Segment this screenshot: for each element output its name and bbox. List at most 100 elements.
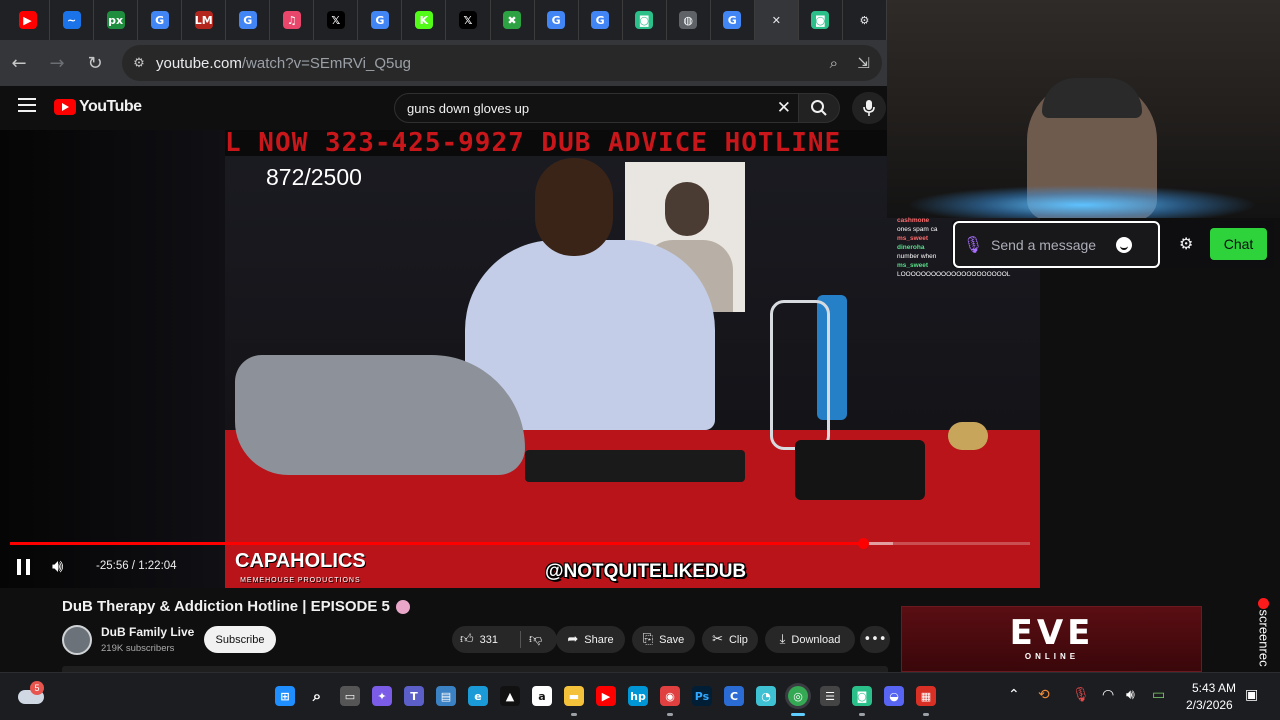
clock-time[interactable]: 5:43 AM <box>1192 681 1236 695</box>
tray-mic-icon[interactable]: 🎙︎ <box>1072 687 1090 703</box>
install-app-icon[interactable]: ⇲ <box>857 54 870 72</box>
zoom-icon[interactable]: ⌕ <box>830 54 838 72</box>
browser-tab[interactable]: ◙ <box>623 0 667 40</box>
youtube-play-icon <box>54 99 76 115</box>
channel-name[interactable]: DuB Family Live <box>101 625 194 639</box>
browser-tab[interactable]: K <box>402 0 447 40</box>
volume-icon[interactable]: 🔊︎ <box>52 556 63 577</box>
browser-tab[interactable]: 𝕏 <box>314 0 359 40</box>
search-button[interactable] <box>798 93 840 123</box>
start-icon[interactable]: ⊞ <box>275 686 295 706</box>
browser-tab[interactable]: px <box>94 0 139 40</box>
desk-phone <box>795 440 925 500</box>
more-actions-button[interactable]: ••• <box>860 626 890 653</box>
channel-avatar[interactable] <box>62 625 92 655</box>
app-red-icon[interactable]: ◉ <box>660 686 680 706</box>
browser-tab[interactable]: G <box>579 0 623 40</box>
browser-tab[interactable]: G <box>711 0 755 40</box>
tray-app-icon[interactable]: ⟲ <box>1038 687 1050 703</box>
back-icon[interactable]: ← <box>0 40 38 86</box>
app-teal-icon[interactable]: ◔ <box>756 686 776 706</box>
wifi-icon[interactable]: ◠ <box>1102 687 1114 703</box>
edge-icon[interactable]: e <box>468 686 488 706</box>
store-icon[interactable]: ▤ <box>436 686 456 706</box>
browser-tab[interactable]: G <box>358 0 403 40</box>
dislike-button[interactable]: 👎︎ <box>529 632 542 647</box>
forward-icon[interactable]: → <box>38 40 76 86</box>
app-a-icon[interactable]: ▲ <box>500 686 520 706</box>
emoji-icon[interactable] <box>1116 236 1132 253</box>
youtube-logo-text: YouTube <box>79 98 142 115</box>
teams-icon[interactable]: T <box>404 686 424 706</box>
like-button[interactable]: 👍︎ 331 <box>460 632 512 647</box>
file-explorer-icon[interactable]: ▬ <box>564 686 584 706</box>
browser-tab[interactable]: G <box>535 0 579 40</box>
pause-button[interactable] <box>17 559 31 575</box>
app-green-icon[interactable]: ◙ <box>852 686 872 706</box>
hamburger-menu-icon[interactable] <box>18 98 36 112</box>
app-c-icon[interactable]: C <box>724 686 744 706</box>
browser-tab[interactable]: 𝕏 <box>446 0 491 40</box>
screenrec-indicator[interactable]: screenrec <box>1254 598 1274 678</box>
browser-tab[interactable]: LM <box>182 0 227 40</box>
search-input[interactable] <box>407 100 767 116</box>
search-box[interactable]: ✕ <box>394 93 800 123</box>
youtube-app-icon[interactable]: ▶ <box>596 686 616 706</box>
address-bar[interactable]: ⚙ youtube.com/watch?v=SEmRVi_Q5ug ⌕ ⇲ <box>122 45 882 81</box>
amazon-icon[interactable]: a <box>532 686 552 706</box>
chat-settings-gear-icon[interactable]: ⚙ <box>1179 234 1193 253</box>
task-view-icon[interactable]: ▭ <box>340 686 360 706</box>
video-player[interactable]: L NOW 323-425-9927 DUB ADVICE HOTLINE 87… <box>0 130 1040 588</box>
share-icon: ➦ <box>567 632 579 647</box>
search-icon <box>811 100 827 116</box>
save-button[interactable]: ⎘ Save <box>632 626 695 653</box>
clip-button[interactable]: ✂ Clip <box>702 626 758 653</box>
browser-tab[interactable]: G <box>226 0 271 40</box>
viewer-counter: 872/2500 <box>266 164 362 190</box>
browser-tab[interactable]: ✕ <box>754 0 799 40</box>
browser-toolbar: ← → ↻ ⚙ youtube.com/watch?v=SEmRVi_Q5ug … <box>0 40 887 86</box>
reload-icon[interactable]: ↻ <box>76 40 114 86</box>
google-icon: G <box>150 11 169 29</box>
chat-send-button[interactable]: Chat <box>1210 228 1267 260</box>
webcam-overlay <box>887 0 1280 218</box>
progress-scrubber[interactable] <box>857 538 869 549</box>
hp-icon[interactable]: hp <box>628 686 648 706</box>
browser-tab[interactable]: ♫ <box>270 0 315 40</box>
speaker-icon[interactable]: 🔊︎ <box>1126 687 1135 703</box>
app-gray-icon[interactable]: ☰ <box>820 686 840 706</box>
voice-search-button[interactable] <box>852 92 886 124</box>
eve-online-ad[interactable]: EVE ONLINE <box>901 606 1202 672</box>
app-grid-icon[interactable]: ▦ <box>916 686 936 706</box>
site-info-icon[interactable]: ⚙ <box>122 56 156 71</box>
record-dot-icon <box>1258 598 1269 609</box>
discord-icon[interactable]: ◒ <box>884 686 904 706</box>
clear-search-icon[interactable]: ✕ <box>777 98 791 118</box>
chat-message-input[interactable]: 🎙︎ Send a message <box>953 221 1160 268</box>
subscribe-button[interactable]: Subscribe <box>204 626 276 653</box>
close-icon[interactable]: ✕ <box>767 11 785 29</box>
download-button[interactable]: ⤓ Download <box>765 626 855 653</box>
chrome-icon[interactable]: ◎ <box>788 686 808 706</box>
share-button[interactable]: ➦ Share <box>556 626 625 653</box>
youtube-logo[interactable]: YouTube <box>54 98 142 116</box>
microphone-icon[interactable]: 🎙︎ <box>955 235 991 254</box>
browser-tab[interactable]: ✖ <box>491 0 535 40</box>
battery-icon[interactable]: ▭ <box>1152 687 1165 703</box>
px-icon: px <box>106 11 125 29</box>
browser-tab[interactable]: ▶ <box>6 0 51 40</box>
notification-icon[interactable]: ▣ <box>1245 687 1258 703</box>
video-details: DuB Therapy & Addiction Hotline | EPISOD… <box>0 588 900 672</box>
clock-date[interactable]: 2/3/2026 <box>1186 698 1233 712</box>
progress-bar[interactable] <box>10 538 1030 549</box>
browser-tab[interactable]: ⚙ <box>843 0 887 40</box>
browser-tab[interactable]: ◙ <box>799 0 843 40</box>
browser-tab[interactable]: G <box>138 0 183 40</box>
browser-tab[interactable]: ~ <box>50 0 95 40</box>
copilot-icon[interactable]: ✦ <box>372 686 392 706</box>
weather-widget[interactable]: 5 <box>18 681 46 704</box>
tray-chevron-icon[interactable]: ⌃ <box>1008 687 1020 703</box>
browser-tab[interactable]: ◍ <box>667 0 711 40</box>
photoshop-icon[interactable]: Ps <box>692 686 712 706</box>
search-icon[interactable]: ⌕ <box>307 686 327 706</box>
